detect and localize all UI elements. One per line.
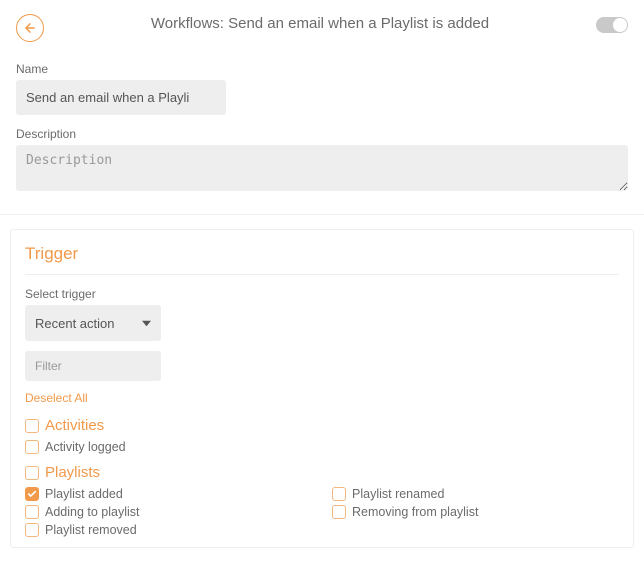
page-title: Workflows: Send an email when a Playlist… [44, 14, 596, 34]
option-label: Removing from playlist [352, 505, 478, 519]
checkbox[interactable] [332, 505, 346, 519]
trigger-option[interactable]: Removing from playlist [332, 505, 619, 519]
trigger-option[interactable]: Activity logged [25, 440, 619, 454]
name-input[interactable] [16, 80, 226, 115]
caret-down-icon [142, 319, 151, 328]
checkbox[interactable] [25, 466, 39, 480]
trigger-section-title: Trigger [25, 244, 619, 275]
description-input[interactable] [16, 145, 628, 191]
checkbox[interactable] [25, 523, 39, 537]
name-label: Name [16, 62, 628, 76]
divider [0, 214, 644, 215]
back-button[interactable] [16, 14, 44, 42]
trigger-card: Trigger Select trigger Recent action Des… [10, 229, 634, 548]
trigger-option[interactable]: Playlist removed [25, 523, 312, 537]
deselect-all-link[interactable]: Deselect All [25, 391, 88, 405]
checkbox[interactable] [25, 419, 39, 433]
option-label: Adding to playlist [45, 505, 140, 519]
option-label: Playlist added [45, 487, 123, 501]
checkbox[interactable] [332, 487, 346, 501]
group-header: Playlists [25, 464, 619, 481]
option-label: Playlist removed [45, 523, 137, 537]
group-title: Activities [45, 417, 104, 434]
enable-toggle[interactable] [596, 17, 628, 33]
checkbox[interactable] [25, 440, 39, 454]
select-trigger-label: Select trigger [25, 287, 619, 301]
arrow-left-icon [23, 21, 37, 35]
trigger-option[interactable]: Playlist renamed [332, 487, 619, 501]
option-label: Playlist renamed [352, 487, 444, 501]
trigger-select-value: Recent action [35, 316, 115, 331]
checkbox[interactable] [25, 487, 39, 501]
option-label: Activity logged [45, 440, 126, 454]
group-title: Playlists [45, 464, 100, 481]
trigger-option[interactable]: Adding to playlist [25, 505, 312, 519]
description-label: Description [16, 127, 628, 141]
trigger-select[interactable]: Recent action [25, 305, 161, 341]
trigger-option[interactable]: Playlist added [25, 487, 312, 501]
group-header: Activities [25, 417, 619, 434]
filter-input[interactable] [25, 351, 161, 381]
checkbox[interactable] [25, 505, 39, 519]
